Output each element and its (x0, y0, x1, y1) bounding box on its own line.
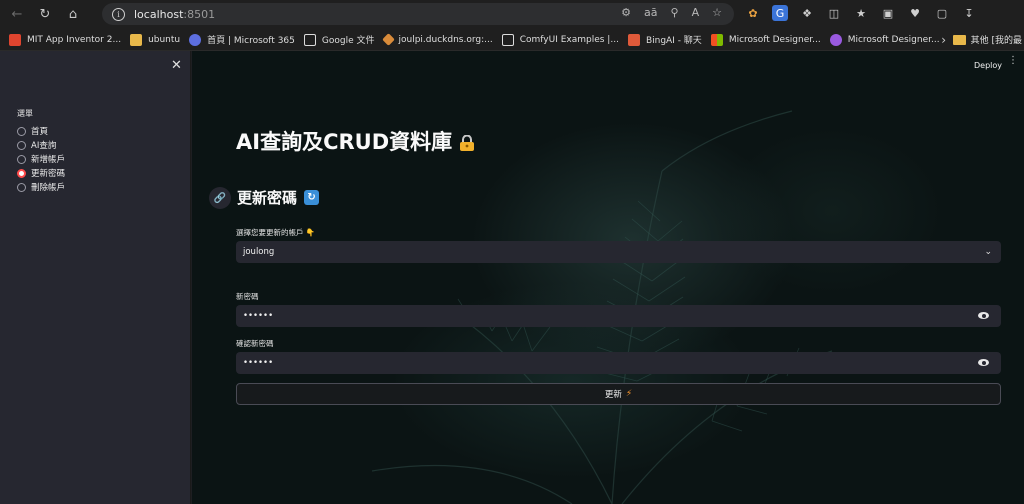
bookmark-item[interactable]: BingAI - 聊天 (627, 31, 702, 49)
zoom-icon[interactable]: ⚲ (671, 6, 679, 19)
bookmark-favicon-icon (381, 33, 395, 46)
translate-extension-icon[interactable]: G (772, 5, 788, 21)
lightning-icon: ⚡ (625, 389, 633, 399)
chevron-down-icon[interactable]: ⌄ (984, 247, 992, 257)
page-title: AI查詢及CRUD資料庫 (236, 126, 476, 156)
split-screen-icon[interactable]: ◫ (826, 5, 842, 21)
bookmarks-bar: MIT App Inventor 2... ubuntu 首頁 | Micros… (0, 29, 1024, 51)
section-header: 更新密碼 ↻ (237, 187, 320, 208)
eye-icon[interactable] (978, 312, 989, 319)
puzzle-icon[interactable]: ❖ (799, 5, 815, 21)
sidebar-item-add-account[interactable]: 新增帳戶 (17, 153, 65, 165)
bookmark-item[interactable]: MIT App Inventor 2... (9, 31, 121, 49)
new-password-label: 新密碼 (236, 292, 259, 301)
reload-icon[interactable]: ↻ (34, 4, 56, 26)
favorite-star-icon[interactable]: ☆ (712, 6, 722, 19)
back-arrow-icon[interactable]: ← (6, 4, 28, 26)
collections-icon[interactable]: ▣ (880, 5, 896, 21)
url-text: localhost:8501 (134, 7, 216, 21)
deploy-button[interactable]: Deploy (974, 61, 1002, 70)
account-select[interactable]: joulong ⌄ (236, 241, 1001, 263)
close-icon[interactable]: ✕ (171, 58, 182, 73)
folder-icon (952, 34, 966, 45)
key-icon[interactable]: ⚙ (621, 6, 631, 19)
bookmark-favicon-icon (627, 33, 640, 46)
download-icon[interactable]: ↧ (961, 5, 977, 21)
site-info-icon[interactable]: i (112, 7, 125, 21)
refresh-icon: ↻ (304, 190, 320, 205)
update-button[interactable]: 更新 ⚡ (236, 383, 1001, 405)
bookmark-item[interactable]: Google 文件 (303, 31, 375, 49)
new-password-field[interactable]: •••••• (236, 305, 1001, 327)
home-icon[interactable]: ⌂ (62, 4, 84, 26)
chevron-right-icon[interactable]: › (941, 33, 946, 47)
bookmark-favicon-icon (9, 33, 21, 46)
read-aloud-icon[interactable]: A (692, 6, 700, 19)
other-bookmarks-folder[interactable]: 其他 [我的最 (952, 33, 1022, 46)
address-bar-actions: ⚙ aā ⚲ A ☆ (621, 6, 722, 19)
radio-icon[interactable] (17, 126, 26, 136)
sidebar-item-delete-account[interactable]: 刪除帳戶 (17, 181, 65, 193)
browser-toolbar: ← ↻ ⌂ i localhost:8501 ⚙ aā ⚲ A ☆ ✿ G ❖ … (0, 0, 1024, 29)
screenshot-icon[interactable]: ▢ (934, 5, 950, 21)
favorites-icon[interactable]: ★ (853, 5, 869, 21)
eye-icon[interactable] (978, 359, 989, 366)
link-anchor-icon[interactable]: 🔗 (209, 187, 231, 209)
health-icon[interactable]: ♥ (907, 5, 923, 21)
radio-selected-icon[interactable] (17, 168, 26, 178)
extensions-bar: ✿ G ❖ ◫ ★ ▣ ♥ ▢ ↧ (745, 5, 977, 21)
confirm-password-field[interactable]: •••••• (236, 352, 1001, 374)
radio-icon[interactable] (17, 154, 26, 164)
confirm-password-label: 確認新密碼 (236, 339, 274, 348)
lock-icon (460, 135, 475, 151)
sidebar-item-update-password[interactable]: 更新密碼 (17, 167, 65, 179)
main-content: Deploy ⋮ AI查詢及CRUD資料庫 🔗 更新密碼 ↻ 選擇您要更新的帳戶… (192, 51, 1024, 504)
sidebar: ✕ 選單 首頁 AI查詢 新增帳戶 更新密碼 刪除帳戶 (0, 51, 191, 504)
bookmark-item[interactable]: ComfyUI Examples |... (501, 31, 619, 49)
radio-icon[interactable] (17, 140, 26, 150)
folder-icon (130, 33, 143, 46)
bookmark-item[interactable]: Microsoft Designer... (710, 31, 821, 49)
translate-icon[interactable]: aā (644, 6, 657, 19)
sidebar-item-ai-query[interactable]: AI查詢 (17, 139, 56, 151)
extension-icon[interactable]: ✿ (745, 5, 761, 21)
document-icon (303, 33, 316, 46)
radio-icon[interactable] (17, 182, 26, 192)
sidebar-item-home[interactable]: 首頁 (17, 125, 48, 137)
fern-background (371, 110, 833, 504)
address-bar[interactable]: i localhost:8501 ⚙ aā ⚲ A ☆ (102, 3, 734, 25)
bookmark-item[interactable]: 首頁 | Microsoft 365 (189, 31, 295, 49)
bookmark-item[interactable]: Microsoft Designer... (829, 31, 940, 49)
document-icon (501, 33, 514, 46)
sidebar-menu-label: 選單 (17, 109, 33, 118)
bookmark-favicon-icon (189, 33, 202, 46)
microsoft-logo-icon (710, 33, 723, 46)
bookmark-item[interactable]: joulpi.duckdns.org:... (381, 31, 493, 49)
bookmark-folder[interactable]: ubuntu (130, 31, 180, 49)
main-menu-icon[interactable]: ⋮ (1008, 56, 1018, 66)
designer-icon (829, 33, 842, 46)
account-select-label: 選擇您要更新的帳戶 👇 (236, 228, 316, 237)
